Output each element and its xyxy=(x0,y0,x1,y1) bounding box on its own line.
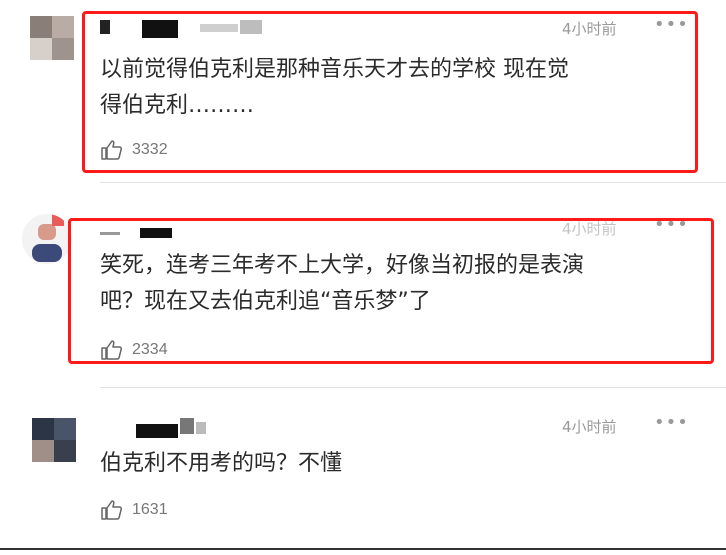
username-redacted[interactable] xyxy=(100,18,300,38)
more-dots-icon[interactable]: ••• xyxy=(654,214,689,235)
username-redacted[interactable] xyxy=(136,418,256,440)
more-dots-icon[interactable]: ••• xyxy=(654,14,689,35)
divider xyxy=(0,548,726,550)
comment-text-line: 得伯克利……… xyxy=(100,93,255,118)
timestamp: 4小时前 xyxy=(562,418,617,436)
thumbs-up-icon xyxy=(101,500,123,520)
avatar[interactable] xyxy=(22,214,72,264)
comment-text: 伯克利不用考的吗？不懂 xyxy=(100,446,342,482)
thumbs-up-icon xyxy=(101,140,123,160)
like-button[interactable]: 3332 xyxy=(100,138,168,162)
comment-2: 4小时前 ••• 笑死，连考三年考不上大学，好像当初报的是表演 吧？现在又去伯克… xyxy=(0,200,726,390)
thumbs-up-icon xyxy=(101,340,123,360)
like-button[interactable]: 1631 xyxy=(100,498,168,522)
comment-text-line: 吧？现在又去伯克利追“音乐梦”了 xyxy=(100,289,431,314)
comment-text-line: 以前觉得伯克利是那种音乐天才去的学校 现在觉 xyxy=(100,57,569,82)
timestamp: 4小时前 xyxy=(562,20,617,38)
like-count: 1631 xyxy=(132,501,168,518)
divider xyxy=(100,387,726,388)
comment-1: 4小时前 ••• 以前觉得伯克利是那种音乐天才去的学校 现在觉 得伯克利……… … xyxy=(0,0,726,200)
comment-text-line: 笑死，连考三年考不上大学，好像当初报的是表演 xyxy=(100,253,585,278)
comment-text: 以前觉得伯克利是那种音乐天才去的学校 现在觉 得伯克利……… xyxy=(100,52,569,124)
more-dots-icon[interactable]: ••• xyxy=(654,412,689,433)
comment-3: 4小时前 ••• 伯克利不用考的吗？不懂 1631 xyxy=(0,400,726,548)
username-redacted[interactable] xyxy=(100,226,220,240)
avatar[interactable] xyxy=(30,16,74,60)
comment-text: 笑死，连考三年考不上大学，好像当初报的是表演 吧？现在又去伯克利追“音乐梦”了 xyxy=(100,248,584,320)
avatar[interactable] xyxy=(32,418,76,462)
like-count: 3332 xyxy=(132,141,168,158)
like-button[interactable]: 2334 xyxy=(100,338,168,362)
comment-text-line: 伯克利不用考的吗？不懂 xyxy=(100,451,343,476)
divider xyxy=(100,182,726,183)
timestamp: 4小时前 xyxy=(562,220,617,238)
like-count: 2334 xyxy=(132,341,168,358)
